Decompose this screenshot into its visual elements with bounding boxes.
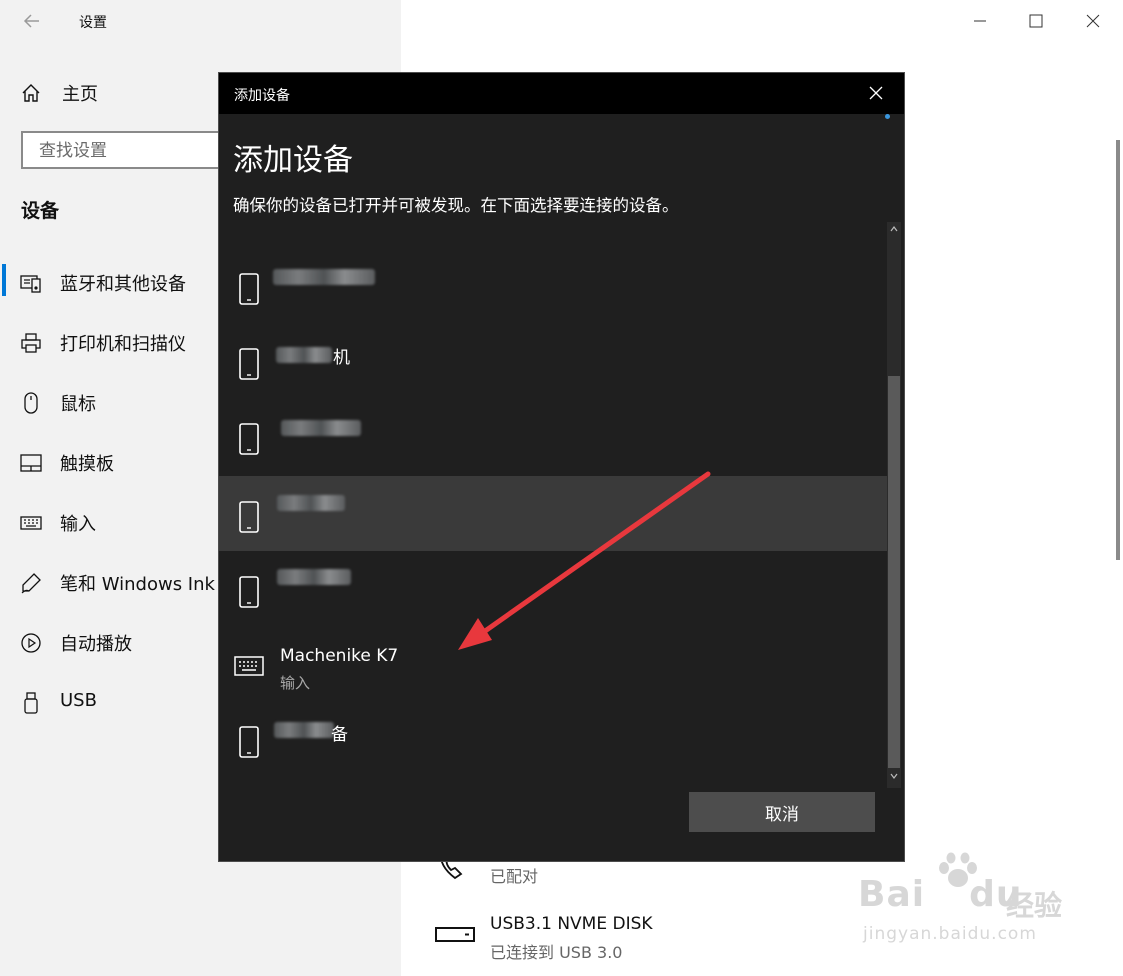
sidebar-item-label: 笔和 Windows Ink xyxy=(60,574,215,595)
search-input[interactable] xyxy=(37,133,221,169)
settings-titlebar: 设置 xyxy=(0,0,401,44)
redacted-name xyxy=(273,269,375,285)
minimize-icon[interactable] xyxy=(967,8,993,34)
redacted-name xyxy=(276,347,332,363)
phone-icon xyxy=(239,273,259,305)
progress-dot xyxy=(885,114,890,119)
nav-home-label: 主页 xyxy=(62,84,98,105)
dialog-scrollbar[interactable] xyxy=(887,222,901,788)
phone-icon xyxy=(239,423,259,455)
keyboard-icon xyxy=(234,656,264,676)
baidu-watermark: Bai du 经验 jingyan.baidu.com xyxy=(858,852,1068,952)
list-item[interactable] xyxy=(219,222,888,227)
app-title: 设置 xyxy=(79,15,107,31)
phone-icon xyxy=(239,348,259,380)
home-icon xyxy=(22,84,40,102)
sidebar-item-label: USB xyxy=(60,690,97,711)
phone-icon xyxy=(239,576,259,608)
bg-device-name: USB3.1 NVME DISK xyxy=(490,914,653,934)
sidebar-item-label: 鼠标 xyxy=(60,394,96,415)
watermark-url: jingyan.baidu.com xyxy=(863,924,1037,944)
nav-home[interactable]: 主页 xyxy=(20,78,98,108)
list-item[interactable] xyxy=(219,551,888,626)
redacted-name xyxy=(274,722,334,738)
redacted-name xyxy=(281,420,361,436)
list-item[interactable] xyxy=(219,398,888,473)
back-arrow-icon[interactable] xyxy=(20,9,44,33)
mouse-icon xyxy=(24,392,38,414)
disk-icon xyxy=(435,927,475,942)
watermark-product: 经验 xyxy=(1006,889,1063,922)
sidebar-item-label: 蓝牙和其他设备 xyxy=(60,274,186,295)
bluetooth-devices-icon xyxy=(20,275,41,293)
dialog-heading: 添加设备 xyxy=(233,143,353,178)
sidebar-item-label: 自动播放 xyxy=(60,634,132,655)
touchpad-icon xyxy=(20,454,42,472)
sidebar-item-label: 输入 xyxy=(60,514,96,535)
keyboard-icon xyxy=(20,516,42,530)
phone-icon xyxy=(239,726,259,758)
bg-device-status: 已配对 xyxy=(490,867,539,886)
device-list: 机 Machenike K7 输入 备 xyxy=(219,222,888,788)
list-item[interactable] xyxy=(219,248,888,323)
device-name: Machenike K7 xyxy=(280,646,399,666)
pen-icon xyxy=(21,573,41,594)
sidebar-item-label: 打印机和扫描仪 xyxy=(60,334,186,355)
maximize-icon[interactable] xyxy=(1023,8,1049,34)
device-name: 备 xyxy=(331,725,348,745)
list-item[interactable]: 备 xyxy=(219,701,888,776)
phone-icon xyxy=(239,501,259,533)
dialog-description: 确保你的设备已打开并可被发现。在下面选择要连接的设备。 xyxy=(233,196,679,215)
device-name: 机 xyxy=(333,348,350,368)
close-window-icon[interactable] xyxy=(1080,8,1106,34)
section-title: 设备 xyxy=(21,200,60,222)
add-device-dialog: 添加设备 添加设备 确保你的设备已打开并可被发现。在下面选择要连接的设备。 机 … xyxy=(218,72,905,862)
list-item[interactable]: 机 xyxy=(219,323,888,398)
redacted-name xyxy=(277,569,351,585)
list-item-machenike-k7[interactable]: Machenike K7 输入 xyxy=(219,626,888,701)
dialog-titlebar: 添加设备 xyxy=(219,73,904,114)
close-icon[interactable] xyxy=(866,83,886,103)
search-box[interactable] xyxy=(21,131,221,169)
cancel-button[interactable]: 取消 xyxy=(689,792,875,832)
usb-icon xyxy=(24,692,38,714)
bg-device-status: 已连接到 USB 3.0 xyxy=(490,943,623,962)
autoplay-icon xyxy=(21,633,41,653)
list-item-hovered[interactable] xyxy=(219,476,888,551)
redacted-name xyxy=(277,495,345,511)
device-type: 输入 xyxy=(280,674,311,692)
dialog-titlebar-text: 添加设备 xyxy=(234,88,290,104)
watermark-brand: Bai du xyxy=(858,874,1023,915)
page-scrollbar[interactable] xyxy=(1116,140,1120,560)
printer-icon xyxy=(21,333,41,353)
sidebar-item-label: 触摸板 xyxy=(60,454,114,475)
